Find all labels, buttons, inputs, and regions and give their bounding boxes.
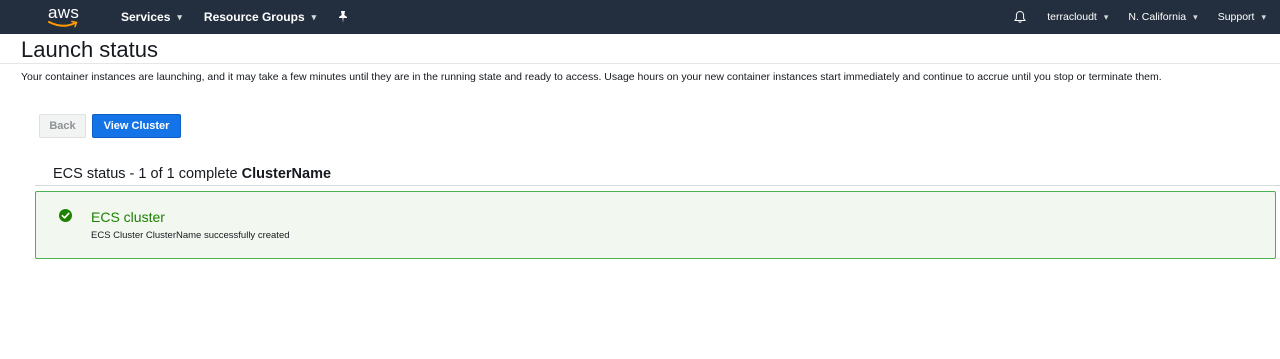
region-label: N. California [1128, 11, 1187, 23]
chevron-down-icon: ▾ [1193, 11, 1198, 22]
nav-left-menu: Services ▾ Resource Groups ▾ [121, 0, 370, 34]
ecs-status-heading: ECS status - 1 of 1 complete ClusterName [53, 166, 331, 182]
notifications-button[interactable] [1013, 10, 1027, 24]
services-label: Services [121, 10, 171, 24]
chevron-down-icon: ▾ [1261, 11, 1266, 22]
nav-right-menu: terracloudt ▾ N. California ▾ Support ▾ [993, 0, 1266, 34]
page-title: Launch status [21, 37, 158, 62]
success-check-icon [59, 209, 72, 222]
resource-groups-label: Resource Groups [203, 10, 305, 24]
bell-icon [1014, 10, 1027, 23]
status-item-title: ECS cluster [91, 209, 165, 225]
chevron-down-icon: ▾ [177, 11, 182, 22]
support-label: Support [1217, 11, 1255, 23]
pin-icon [339, 11, 348, 23]
pin-button[interactable] [338, 11, 348, 23]
status-item-message: ECS Cluster ClusterName successfully cre… [91, 230, 290, 241]
aws-logo[interactable]: aws [47, 2, 83, 32]
launch-description: Your container instances are launching, … [21, 71, 1162, 83]
chevron-down-icon: ▾ [1103, 11, 1109, 22]
ecs-cluster-status-card: ECS cluster ECS Cluster ClusterName succ… [35, 191, 1276, 259]
title-divider [0, 63, 1280, 64]
services-menu[interactable]: Services ▾ [121, 10, 182, 24]
top-navbar: aws Services ▾ Resource Groups ▾ terracl… [0, 0, 1280, 34]
region-menu[interactable]: N. California ▾ [1128, 11, 1197, 23]
support-menu[interactable]: Support ▾ [1218, 11, 1266, 23]
back-button[interactable]: Back [39, 114, 86, 138]
account-label: terracloudt [1047, 11, 1097, 23]
account-menu[interactable]: terracloudt ▾ [1047, 11, 1108, 23]
aws-smile-icon [48, 20, 78, 28]
chevron-down-icon: ▾ [311, 11, 317, 22]
status-cluster-name: ClusterName [241, 166, 332, 182]
status-heading-prefix: ECS status - 1 of 1 complete [53, 166, 238, 182]
view-cluster-button[interactable]: View Cluster [92, 114, 181, 138]
resource-groups-menu[interactable]: Resource Groups ▾ [204, 10, 316, 24]
status-divider [35, 185, 1280, 186]
